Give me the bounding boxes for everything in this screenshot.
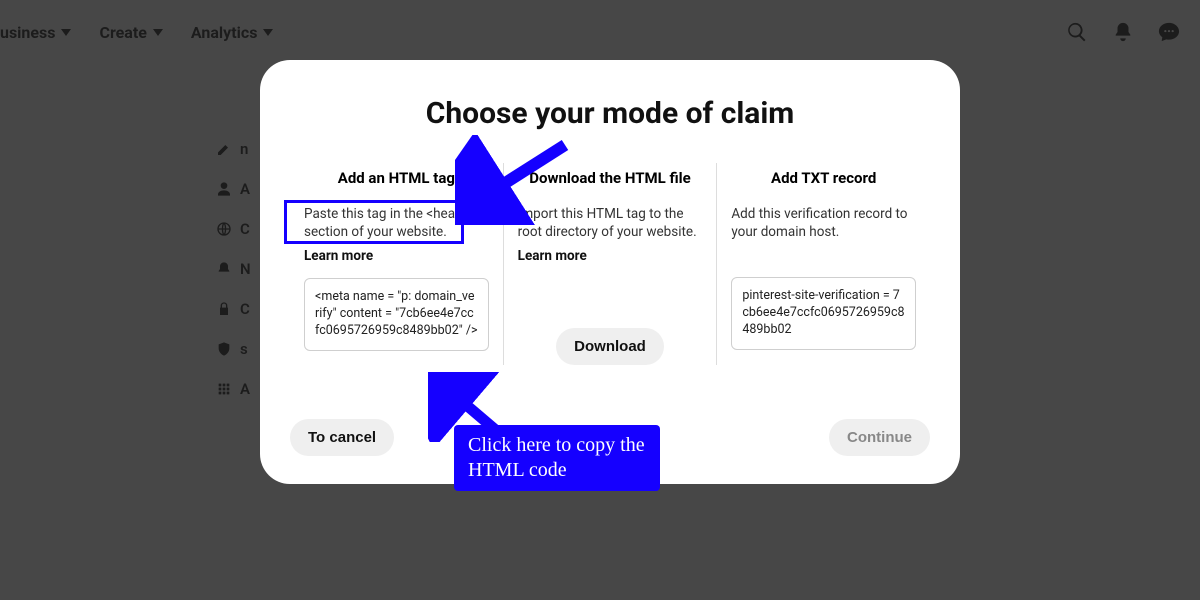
claim-options: Add an HTML tag Paste this tag in the <h… (290, 163, 930, 365)
option-heading: Add TXT record (731, 163, 916, 193)
option-desc: Add this verification record to your dom… (731, 205, 916, 241)
learn-more-link[interactable]: Learn more (518, 248, 587, 264)
claim-modal: Choose your mode of claim Add an HTML ta… (260, 60, 960, 484)
annotation-callout: Click here to copy the HTML code (454, 425, 660, 491)
cancel-button[interactable]: To cancel (290, 419, 394, 456)
learn-more-link[interactable]: Learn more (304, 248, 373, 264)
download-button[interactable]: Download (556, 328, 664, 365)
annotation-arrow-icon (455, 135, 575, 225)
modal-title: Choose your mode of claim (290, 96, 930, 131)
html-tag-code[interactable]: <meta name = "p: domain_verify" content … (304, 278, 489, 351)
option-txt-record[interactable]: Add TXT record Add this verification rec… (716, 163, 930, 365)
txt-record-code[interactable]: pinterest-site-verification = 7cb6ee4e7c… (731, 277, 916, 350)
continue-button[interactable]: Continue (829, 419, 930, 456)
annotation-highlight (284, 200, 464, 244)
